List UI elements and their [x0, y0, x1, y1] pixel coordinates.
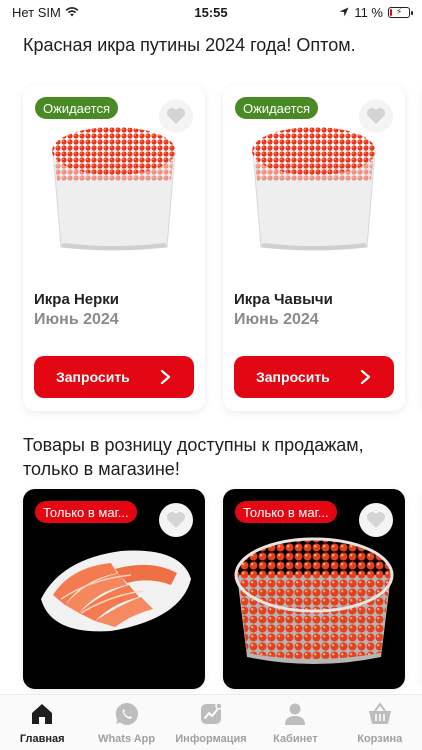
- user-icon: [285, 703, 306, 725]
- clock: 15:55: [194, 4, 228, 20]
- favorite-button[interactable]: [159, 503, 193, 537]
- favorite-button[interactable]: [359, 503, 393, 537]
- product-card[interactable]: Только в маг...: [223, 489, 405, 689]
- product-name: Икра Чавычи: [234, 291, 333, 308]
- tab-home[interactable]: Главная: [0, 701, 84, 750]
- carrier-label: Нет SIM: [12, 4, 61, 20]
- request-button-label: Запросить: [56, 369, 130, 385]
- chevron-right-icon: [160, 370, 171, 384]
- status-badge: Только в маг...: [235, 501, 337, 523]
- request-button[interactable]: Запросить: [34, 356, 194, 398]
- tab-label: Информация: [175, 733, 247, 745]
- product-availability-date: Июнь 2024: [234, 311, 319, 328]
- basket-icon: [368, 702, 391, 724]
- status-badge: Ожидается: [35, 97, 119, 119]
- status-badge: Ожидается: [235, 97, 319, 119]
- wifi-icon: [65, 7, 79, 17]
- tab-label: Корзина: [357, 733, 403, 745]
- tab-label: Whats App: [98, 733, 156, 745]
- section-title-retail: Товары в розницу доступны к продажам, то…: [23, 435, 364, 479]
- retail-products-row[interactable]: Только в маг... Только в маг...: [23, 489, 422, 689]
- info-chart-icon: [200, 702, 223, 724]
- chevron-right-icon: [360, 370, 371, 384]
- tab-label: Кабинет: [273, 733, 318, 745]
- status-badge: Только в маг...: [35, 501, 137, 523]
- location-arrow-icon: [339, 7, 349, 17]
- wholesale-products-row[interactable]: Ожидается Икра Нерки Июнь 2024 Запросить…: [23, 85, 422, 411]
- bottom-tab-bar: Главная Whats App Информация Кабинет Кор…: [0, 694, 422, 750]
- caviar-container-image: [234, 537, 394, 664]
- product-card[interactable]: Ожидается Икра Нерки Июнь 2024 Запросить: [23, 85, 205, 411]
- heart-icon: [367, 512, 385, 528]
- salmon-slices-image: [41, 550, 191, 632]
- caviar-tub-image: [52, 127, 176, 251]
- request-button-label: Запросить: [256, 369, 330, 385]
- tab-info[interactable]: Информация: [169, 701, 253, 750]
- product-availability-date: Июнь 2024: [34, 311, 119, 328]
- product-card[interactable]: Ожидается Икра Чавычи Июнь 2024 Запросит…: [223, 85, 405, 411]
- home-icon: [32, 704, 53, 724]
- tab-label: Главная: [19, 733, 65, 745]
- heart-icon: [167, 512, 185, 528]
- caviar-tub-image: [252, 127, 376, 251]
- tab-cabinet[interactable]: Кабинет: [253, 701, 337, 750]
- status-bar: Нет SIM 15:55 11 % ⚡: [0, 0, 422, 24]
- whatsapp-icon: [115, 702, 138, 725]
- tab-whatsapp[interactable]: Whats App: [85, 701, 169, 750]
- request-button[interactable]: Запросить: [234, 356, 394, 398]
- section-title-wholesale: Красная икра путины 2024 года! Оптом.: [23, 35, 356, 55]
- product-card[interactable]: Только в маг...: [23, 489, 205, 689]
- tab-cart[interactable]: Корзина: [338, 701, 422, 750]
- battery-icon: ⚡: [388, 6, 413, 18]
- battery-percent: 11 %: [354, 4, 383, 20]
- product-name: Икра Нерки: [34, 291, 120, 308]
